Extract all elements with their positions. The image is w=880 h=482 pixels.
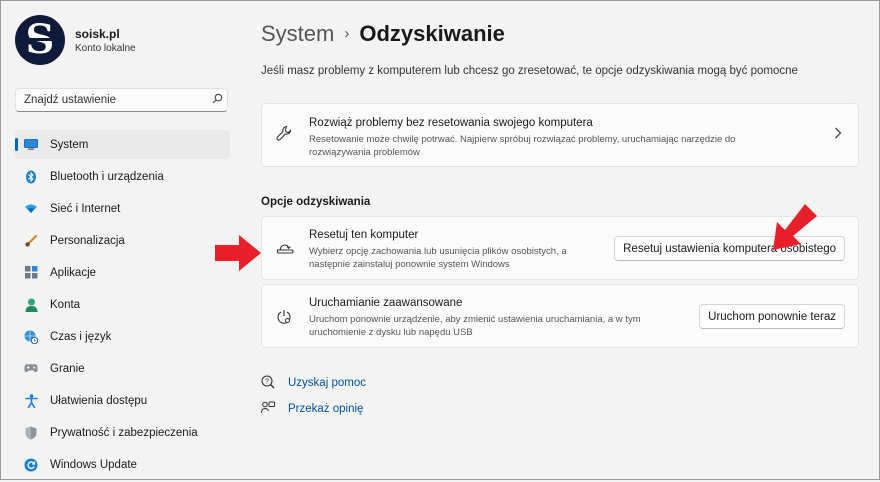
brush-icon — [24, 234, 38, 248]
get-help-label: Uzyskaj pomoc — [288, 377, 366, 389]
sidebar-item-personalization[interactable]: Personalizacja — [15, 226, 230, 255]
search-box[interactable] — [15, 88, 228, 112]
sidebar: S soisk.pl Konto lokalne System Bluetoot… — [1, 1, 245, 481]
user-profile[interactable]: S soisk.pl Konto lokalne — [15, 15, 136, 65]
page-title: System › Odzyskiwanie — [261, 21, 505, 47]
avatar-bar — [19, 38, 61, 41]
sidebar-item-windows-update[interactable]: Windows Update — [15, 450, 230, 479]
sidebar-item-label: Sieć i Internet — [50, 202, 121, 215]
wifi-icon — [24, 202, 38, 216]
sidebar-item-bluetooth[interactable]: Bluetooth i urządzenia — [15, 162, 230, 191]
sidebar-item-label: Konta — [50, 298, 81, 311]
apps-icon — [24, 266, 38, 280]
avatar: S — [15, 15, 65, 65]
reset-pc-icon — [276, 241, 294, 261]
troubleshoot-title: Rozwiąż problemy bez resetowania swojego… — [309, 117, 593, 129]
annotation-arrow-button — [773, 204, 817, 250]
give-feedback-link[interactable]: Przekaż opinię — [261, 396, 366, 422]
sidebar-item-label: Ułatwienia dostępu — [50, 394, 148, 407]
update-icon — [24, 458, 38, 472]
wrench-icon — [276, 125, 292, 145]
help-links: ? Uzyskaj pomoc Przekaż opinię — [261, 370, 366, 422]
sidebar-item-network[interactable]: Sieć i Internet — [15, 194, 230, 223]
sidebar-item-label: Granie — [50, 362, 85, 375]
person-icon — [24, 298, 38, 312]
sidebar-item-accessibility[interactable]: Ułatwienia dostępu — [15, 386, 230, 415]
chevron-right-icon[interactable] — [834, 126, 842, 142]
get-help-link[interactable]: ? Uzyskaj pomoc — [261, 370, 366, 396]
annotation-arrow-left — [215, 235, 261, 271]
profile-text: soisk.pl Konto lokalne — [75, 27, 136, 54]
sidebar-item-accounts[interactable]: Konta — [15, 290, 230, 319]
troubleshoot-description: Resetowanie może chwilę potrwać. Najpier… — [309, 134, 736, 158]
advanced-startup-title: Uruchamianie zaawansowane — [309, 297, 463, 309]
sidebar-item-label: Personalizacja — [50, 234, 125, 247]
globe-clock-icon — [24, 330, 38, 344]
sidebar-item-system[interactable]: System — [15, 130, 230, 159]
advanced-startup-description: Uruchom ponownie urządzenie, aby zmienić… — [309, 314, 641, 338]
shield-icon — [24, 426, 38, 440]
accessibility-icon — [24, 393, 38, 408]
sidebar-item-label: Bluetooth i urządzenia — [50, 170, 164, 183]
bluetooth-icon — [24, 170, 38, 184]
sidebar-item-privacy[interactable]: Prywatność i zabezpieczenia — [15, 418, 230, 447]
troubleshoot-card[interactable]: Rozwiąż problemy bez resetowania swojego… — [261, 103, 859, 167]
profile-name: soisk.pl — [75, 26, 120, 41]
svg-text:?: ? — [265, 378, 269, 385]
reset-pc-description: Wybierz opcję zachowania lub usunięcia p… — [309, 246, 567, 270]
sidebar-item-label: System — [50, 138, 89, 151]
nav-menu: System Bluetooth i urządzenia Sieć i Int… — [15, 130, 230, 482]
sidebar-item-label: Prywatność i zabezpieczenia — [50, 426, 198, 439]
feedback-icon — [261, 401, 275, 418]
restart-now-button[interactable]: Uruchom ponownie teraz — [699, 304, 845, 329]
breadcrumb-separator-icon: › — [344, 25, 350, 42]
reset-pc-title: Resetuj ten komputer — [309, 229, 419, 241]
sidebar-item-label: Windows Update — [50, 458, 137, 471]
breadcrumb-parent[interactable]: System — [261, 21, 334, 46]
sidebar-item-label: Aplikacje — [50, 266, 97, 279]
sidebar-item-gaming[interactable]: Granie — [15, 354, 230, 383]
page-description: Jeśli masz problemy z komputerem lub chc… — [261, 65, 798, 77]
sidebar-item-label: Czas i język — [50, 330, 112, 343]
help-icon: ? — [261, 374, 275, 392]
give-feedback-label: Przekaż opinię — [288, 403, 364, 415]
advanced-startup-icon — [276, 309, 292, 329]
search-input[interactable] — [16, 93, 207, 107]
sidebar-item-apps[interactable]: Aplikacje — [15, 258, 230, 287]
gamepad-icon — [24, 362, 38, 376]
sidebar-item-time-language[interactable]: Czas i język — [15, 322, 230, 351]
advanced-startup-card: Uruchamianie zaawansowane Uruchom ponown… — [261, 284, 859, 348]
profile-account-type: Konto lokalne — [75, 42, 136, 54]
breadcrumb-current: Odzyskiwanie — [359, 21, 505, 46]
search-icon[interactable] — [207, 93, 227, 107]
monitor-icon — [24, 138, 38, 152]
section-title: Opcje odzyskiwania — [261, 196, 371, 208]
